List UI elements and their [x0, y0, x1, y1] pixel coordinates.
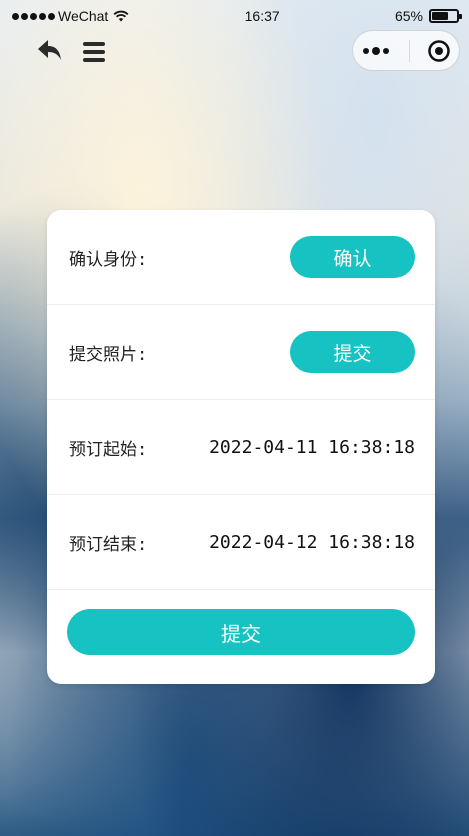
- submit-photo-button[interactable]: 提交: [290, 331, 415, 373]
- target-circle-icon[interactable]: [427, 39, 451, 63]
- status-right: 65%: [394, 8, 462, 24]
- status-bar: WeChat 16:37 65%: [0, 0, 469, 32]
- submit-button[interactable]: 提交: [67, 609, 415, 655]
- carrier-label: WeChat: [58, 8, 109, 24]
- booking-start-value[interactable]: 2022-04-11 16:38:18: [209, 437, 415, 458]
- confirm-identity-label: 确认身份:: [69, 249, 148, 270]
- hamburger-menu-icon[interactable]: [82, 40, 106, 64]
- booking-end-label: 预订结束:: [69, 534, 148, 555]
- submit-photo-label: 提交照片:: [69, 344, 148, 365]
- row-submit-photo: 提交照片: 提交: [47, 305, 435, 400]
- row-booking-end[interactable]: 预订结束: 2022-04-12 16:38:18: [47, 495, 435, 590]
- row-booking-start[interactable]: 预订起始: 2022-04-11 16:38:18: [47, 400, 435, 495]
- status-left: WeChat: [12, 8, 129, 24]
- battery-percent: 65%: [394, 8, 423, 24]
- capsule-divider: [408, 39, 410, 62]
- mini-program-capsule: [352, 30, 460, 71]
- wifi-icon: [113, 10, 129, 22]
- battery-level: [432, 12, 448, 20]
- row-confirm-identity: 确认身份: 确认: [47, 210, 435, 305]
- status-time: 16:37: [244, 8, 280, 24]
- booking-start-label: 预订起始:: [69, 439, 148, 460]
- confirm-button[interactable]: 确认: [290, 236, 415, 278]
- back-arrow-icon[interactable]: [36, 36, 64, 64]
- booking-card: 确认身份: 确认 提交照片: 提交 预订起始: 2022-04-11 16:38…: [47, 210, 435, 684]
- more-dots-icon[interactable]: [362, 45, 392, 57]
- battery-icon: [429, 9, 462, 23]
- booking-end-value[interactable]: 2022-04-12 16:38:18: [209, 532, 415, 553]
- signal-icon: [12, 12, 55, 20]
